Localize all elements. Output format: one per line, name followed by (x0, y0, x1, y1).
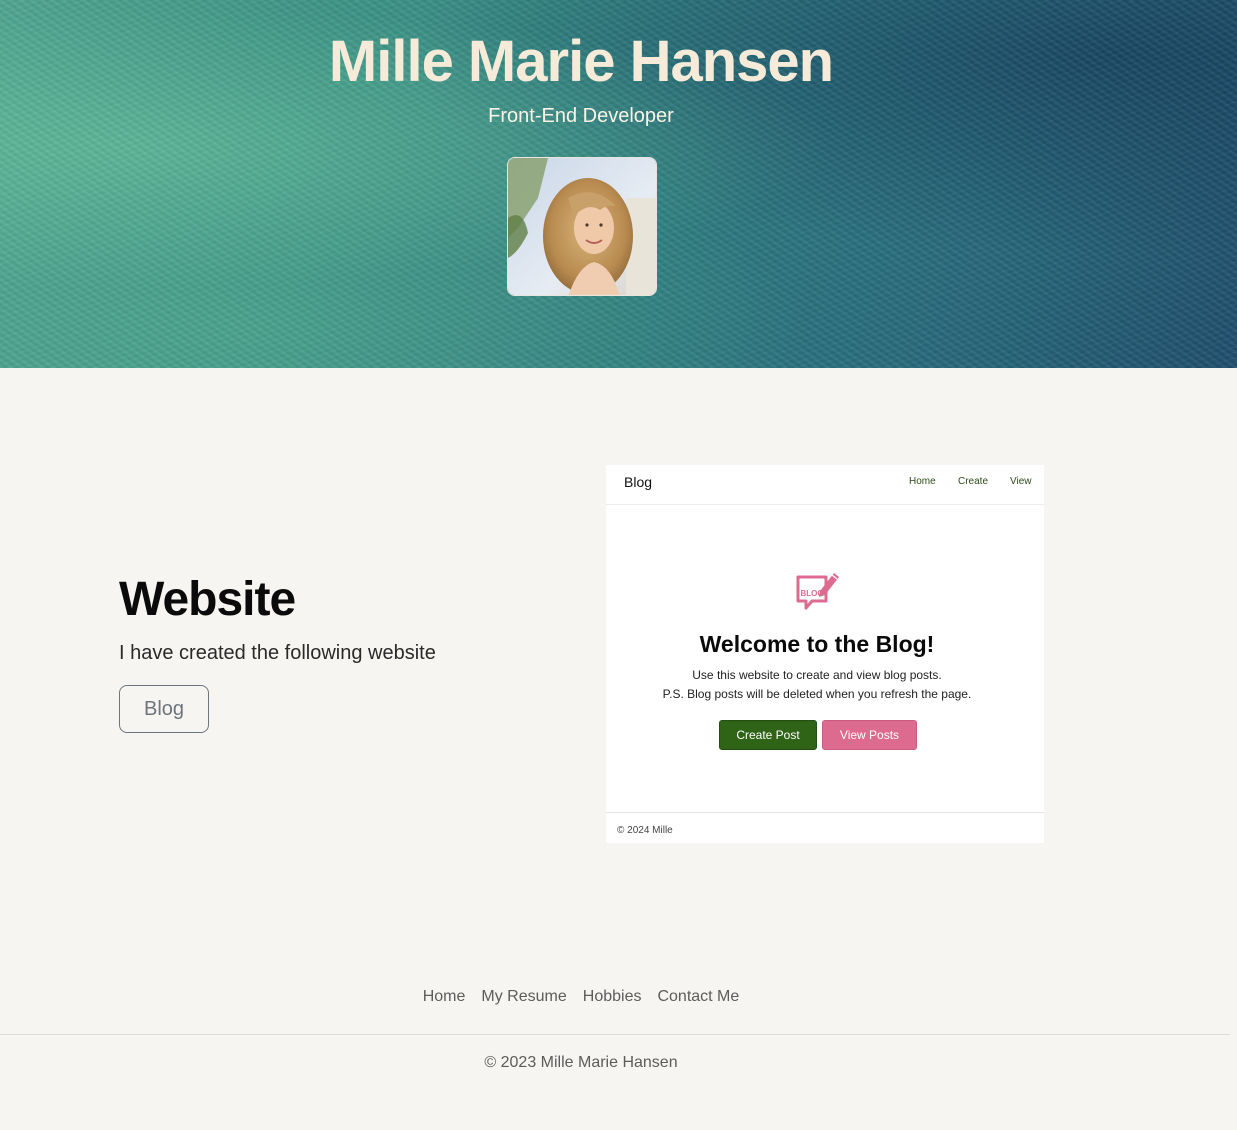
preview-line-1: Use this website to create and view blog… (692, 668, 942, 682)
preview-footer: © 2024 Mille (606, 812, 1044, 843)
footer-divider (0, 1034, 1230, 1035)
preview-brand: Blog (624, 474, 653, 490)
footer-link-resume[interactable]: My Resume (481, 988, 566, 1006)
footer-link-home[interactable]: Home (423, 988, 466, 1006)
preview-line-2: P.S. Blog posts will be deleted when you… (662, 687, 972, 701)
preview-navbar: Blog Home Create View (606, 465, 1044, 505)
page-subtitle: Front-End Developer (488, 105, 674, 127)
preview-nav-view: View (1010, 476, 1032, 487)
blog-button[interactable]: Blog (119, 685, 209, 733)
footer-link-contact[interactable]: Contact Me (657, 988, 739, 1006)
footer-link-hobbies[interactable]: Hobbies (583, 988, 642, 1006)
blog-chat-pencil-icon: BLOG (796, 573, 839, 610)
preview-view-posts-button: View Posts (822, 720, 917, 750)
footer-copyright: © 2023 Mille Marie Hansen (484, 1054, 678, 1071)
profile-photo-image (508, 158, 656, 295)
profile-photo (507, 157, 657, 296)
preview-nav-create: Create (958, 476, 989, 487)
project-heading: Website (119, 573, 296, 626)
preview-title: Welcome to the Blog! (699, 631, 935, 657)
page-title: Mille Marie Hansen (328, 29, 834, 94)
preview-create-post-button: Create Post (719, 720, 817, 750)
project-description: I have created the following website (119, 642, 436, 664)
preview-nav-home: Home (909, 476, 936, 487)
blog-preview-screenshot: Blog Home Create View BLOG Welcome to th… (606, 465, 1044, 843)
hero-banner: Mille Marie Hansen Front-End Developer (0, 0, 1237, 368)
footer-nav: Home My Resume Hobbies Contact Me (0, 988, 1162, 1006)
preview-copyright: © 2024 Mille (617, 825, 673, 836)
blog-icon-label: BLOG (800, 589, 823, 598)
